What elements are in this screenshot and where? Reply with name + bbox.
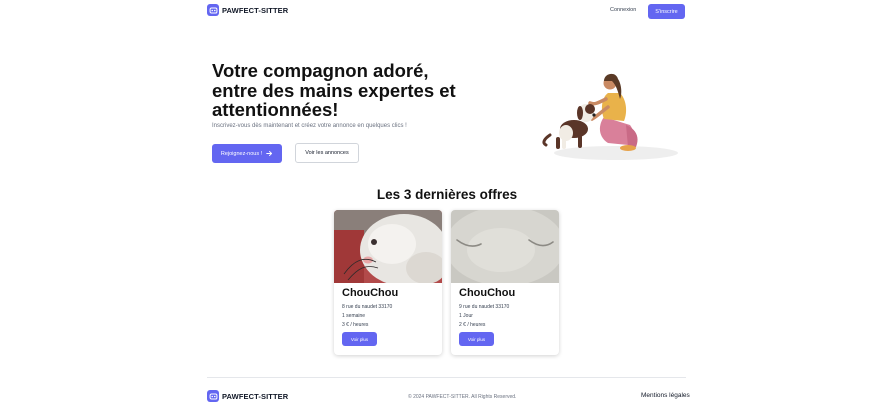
brand-name: PAWFECT-SITTER xyxy=(222,5,289,15)
join-button[interactable]: Rejoignez-nous ! xyxy=(212,144,282,163)
hero-title-line: Votre compagnon adoré, xyxy=(212,60,429,81)
site-header: PAWFECT-SITTER Connexion S'inscrire xyxy=(207,4,685,20)
hero-subtitle: Inscrivez-vous dès maintenant et créez v… xyxy=(212,123,407,129)
legal-notice-link[interactable]: Mentions légales xyxy=(641,392,690,399)
offer-pet-name: ChouChou xyxy=(342,287,399,299)
offer-pet-name: ChouChou xyxy=(459,287,516,299)
offer-duration: 1 Jour xyxy=(459,313,473,319)
woman-petting-dog-illustration xyxy=(542,73,678,160)
offer-address: 9 rue du naudet 33170 xyxy=(459,304,510,310)
offer-card[interactable]: ChouChou 9 rue du naudet 33170 1 Jour 2 … xyxy=(451,210,559,355)
hero-title-line: entre des mains expertes et xyxy=(212,79,456,101)
footer-divider xyxy=(207,377,686,378)
hero-title: Votre compagnon adoré, entre des mains e… xyxy=(212,61,462,120)
white-rabbit-closeup-photo xyxy=(451,210,559,283)
white-rabbit-photo xyxy=(334,210,442,283)
login-link[interactable]: Connexion xyxy=(610,7,636,13)
see-more-button[interactable]: Voir plus xyxy=(342,332,377,346)
view-offers-button[interactable]: Voir les annonces xyxy=(295,143,359,163)
footer-brand-logo[interactable]: PAWFECT-SITTER xyxy=(207,390,288,402)
footer-brand-name: PAWFECT-SITTER xyxy=(222,391,289,401)
offer-address: 8 rue du naudet 33170 xyxy=(342,304,393,310)
paw-logo-icon xyxy=(207,4,219,16)
offer-duration: 1 semaine xyxy=(342,313,366,319)
offer-card[interactable]: ChouChou 8 rue du naudet 33170 1 semaine… xyxy=(334,210,442,355)
see-more-button[interactable]: Voir plus xyxy=(459,332,494,346)
offer-price: 2 € / heures xyxy=(459,322,486,328)
paw-logo-icon xyxy=(207,390,219,402)
arrow-right-icon xyxy=(266,150,273,157)
signup-button[interactable]: S'inscrire xyxy=(648,4,685,19)
latest-offers-title: Les 3 dernières offres xyxy=(376,187,518,202)
join-button-label: Rejoignez-nous ! xyxy=(220,150,263,157)
copyright-text: © 2024 PAWFECT-SITTER. All Rights Reserv… xyxy=(408,394,517,400)
brand-logo[interactable]: PAWFECT-SITTER xyxy=(207,4,288,16)
hero-title-line: attentionnées! xyxy=(212,99,339,120)
offer-price: 3 € / heures xyxy=(342,322,369,328)
